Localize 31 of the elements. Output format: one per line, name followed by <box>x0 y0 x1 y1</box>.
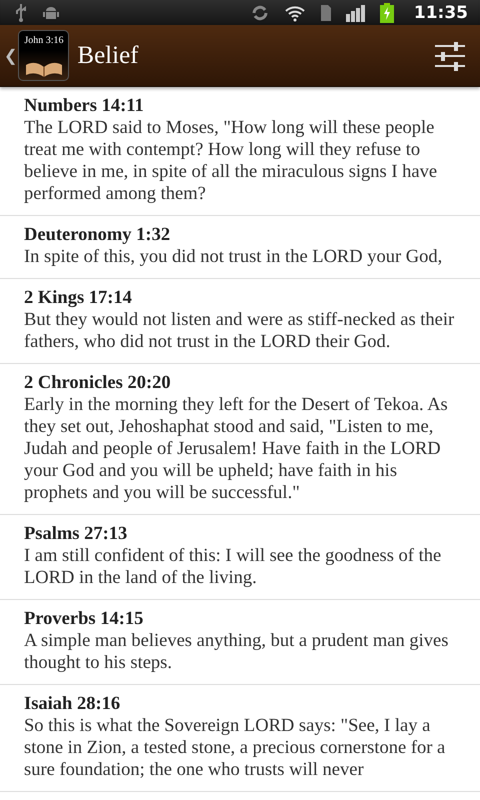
verse-reference: Proverbs 14:15 <box>24 608 144 630</box>
sim-card-icon <box>320 4 332 22</box>
verse-reference: Numbers 14:11 <box>24 95 145 117</box>
usb-icon <box>14 2 28 22</box>
verse-item[interactable]: 2 Kings 17:14 But they would not listen and were as stiff-necked as their fathers, who did not trust in the LORD their God. <box>0 279 480 364</box>
verse-text: So this is what the Sovereign LORD says: "See, I lay a stone in Zion, a tested stone, a precious cornerstone for a sure foundation; the one who trusts will never <box>24 715 446 781</box>
verse-reference: Psalms 27:13 <box>24 523 128 545</box>
verse-item[interactable]: Numbers 14:11 The LORD said to Moses, "How long will these people treat me with contempt? How long will they refuse to believe in me, in spite of all the miraculous signs I have performed among them? <box>0 87 480 216</box>
app-logo: John 3:16 <box>18 30 70 81</box>
verse-reference: Deuteronomy 1:32 <box>24 224 172 246</box>
verse-item[interactable]: Proverbs 14:15 A simple man believes anything, but a prudent man gives thought to his steps. <box>0 600 480 685</box>
verse-text: I am still confident of this: I will see the goodness of the LORD in the land of the living. <box>24 545 442 589</box>
verse-reference: 2 Kings 17:14 <box>24 287 133 309</box>
verse-reference: Isaiah 28:16 <box>24 693 122 715</box>
sliders-icon <box>434 40 466 70</box>
verse-text: But they would not listen and were as stiff-necked as their fathers, who did not trust in the LORD their God. <box>24 309 456 353</box>
verse-text: In spite of this, you did not trust in the LORD your God, <box>24 246 444 268</box>
wifi-icon <box>284 4 306 22</box>
verse-text: A simple man believes anything, but a prudent man gives thought to his steps. <box>24 630 450 674</box>
verse-item[interactable]: Psalms 27:13 I am still confident of this: I will see the goodness of the LORD in the land of the living. <box>0 515 480 600</box>
screen-title: Belief <box>77 42 140 70</box>
signal-icon <box>346 4 366 22</box>
app-home-button[interactable]: ❮ John 3:16 <box>0 26 70 84</box>
verse-text: The LORD said to Moses, "How long will these people treat me with contempt? How long will they refuse to believe in me, in spite of all the miraculous signs I have performed among them? <box>24 117 438 205</box>
verse-item[interactable]: Deuteronomy 1:32 In spite of this, you did not trust in the LORD your God, <box>0 216 480 279</box>
clock-time: 11:35 <box>414 2 468 22</box>
battery-icon <box>380 2 394 22</box>
verse-item[interactable]: Isaiah 28:16 So this is what the Sovereign LORD says: "See, I lay a stone in Zion, a tested stone, a precious cornerstone for a sure foundation; the one who trusts will never <box>0 685 480 792</box>
settings-button[interactable] <box>434 40 466 70</box>
verse-text: Early in the morning they left for the Desert of Tekoa. As they set out, Jehoshaphat stood and said, "Listen to me, Judah and people of Jerusalem! Have faith in the LORD your God and you will be upheld; have faith in his prophets and you will be successful." <box>24 394 449 504</box>
verse-reference: 2 Chronicles 20:20 <box>24 372 172 394</box>
